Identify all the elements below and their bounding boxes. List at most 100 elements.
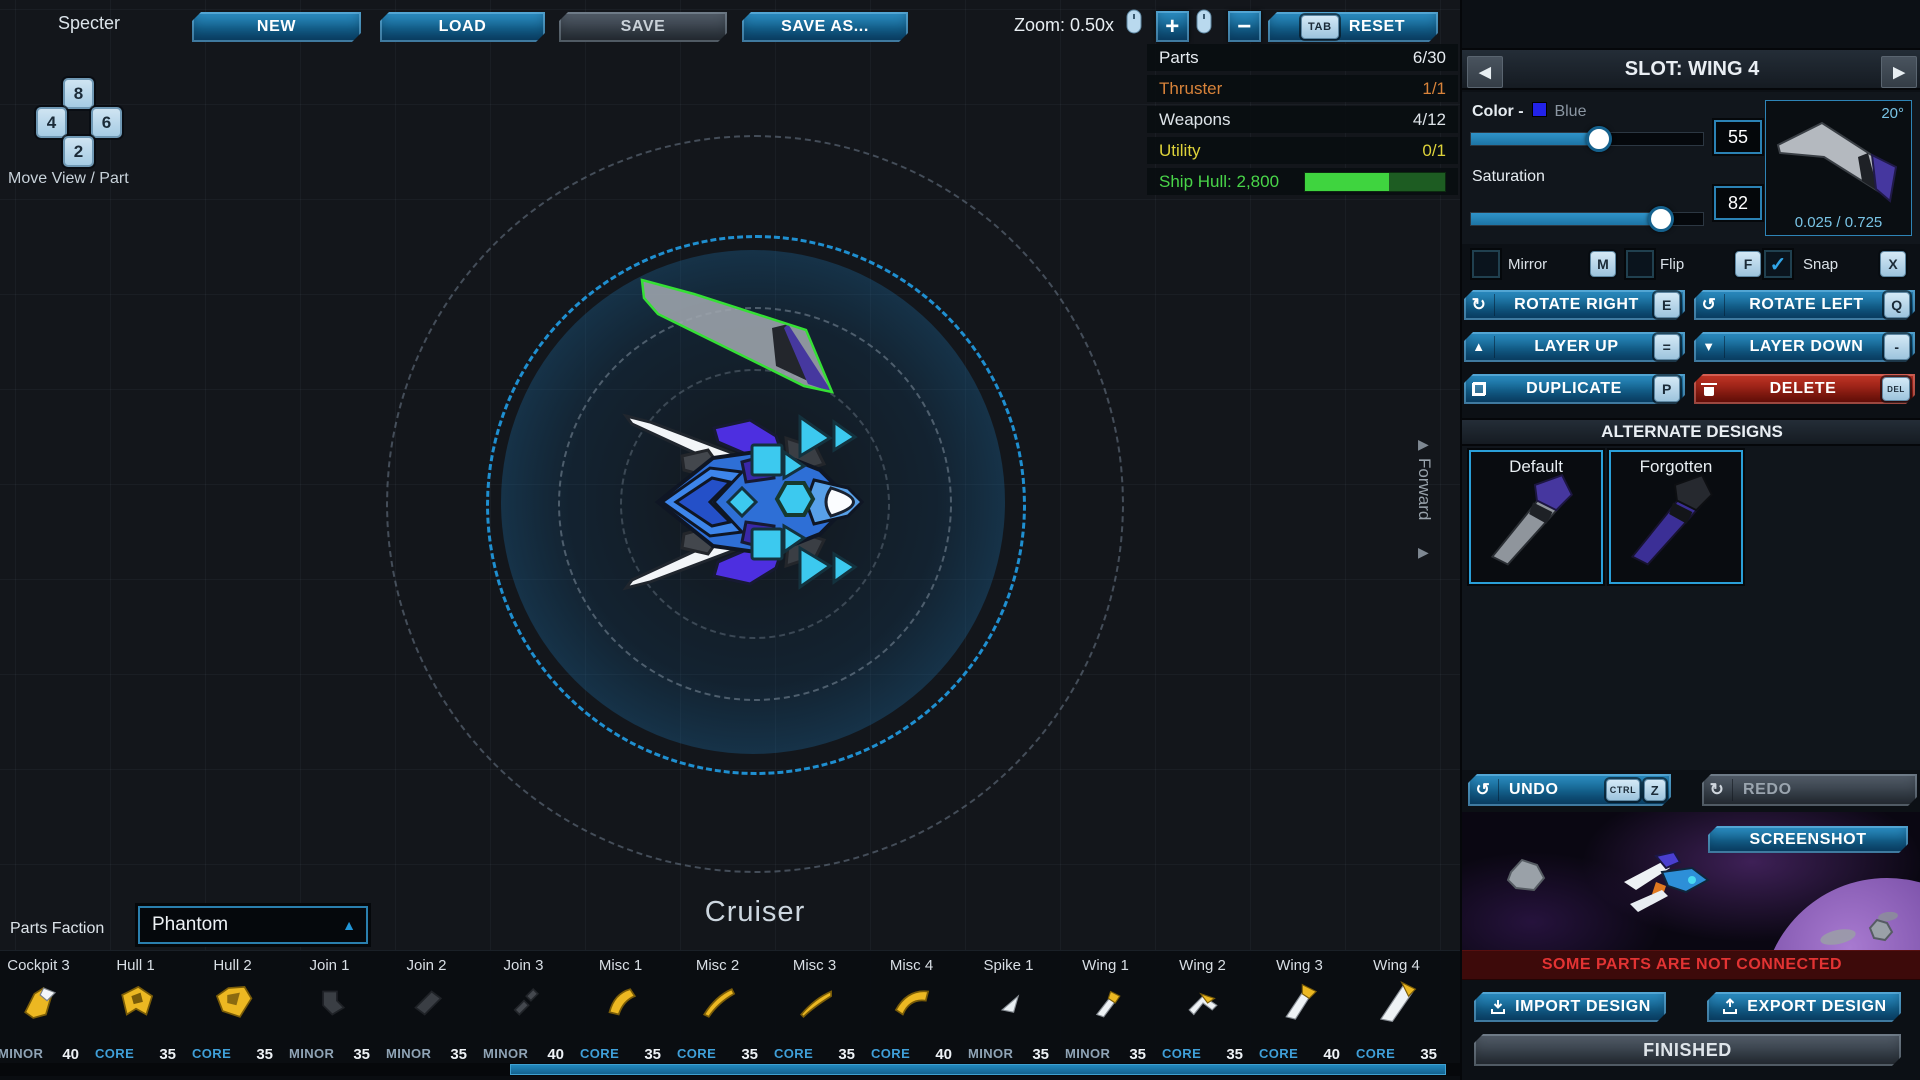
saturation-label: Saturation [1472, 168, 1545, 186]
color-value-box[interactable]: 55 [1714, 120, 1762, 154]
saturation-value-box[interactable]: 82 [1714, 186, 1762, 220]
layer-down-key-icon: - [1884, 334, 1910, 360]
load-button[interactable]: LOAD [380, 12, 545, 42]
part-item[interactable]: Misc 2 CORE 35 [669, 957, 766, 1067]
design-name: Default [1471, 457, 1601, 477]
undo-button[interactable]: ↺UNDO CTRL Z [1468, 774, 1671, 806]
rotate-right-button[interactable]: ↻ROTATE RIGHTE [1464, 290, 1685, 320]
part-currency-type: MINOR [968, 1046, 1013, 1063]
ship-snapshot-pane: SCREENSHOT [1462, 812, 1920, 950]
snap-label: Snap [1803, 256, 1838, 273]
slot-title: SLOT: WING 4 [1625, 58, 1759, 81]
part-icon [986, 980, 1032, 1026]
part-name: Hull 2 [184, 957, 281, 974]
previous-slot-button[interactable]: ◀ [1467, 56, 1503, 88]
zoom-out-button[interactable]: − [1228, 11, 1261, 42]
snap-key-icon: X [1880, 251, 1906, 277]
mirror-checkbox[interactable] [1472, 250, 1500, 278]
hull-bar-fill [1305, 173, 1389, 191]
part-item[interactable]: Hull 2 CORE 35 [184, 957, 281, 1067]
forward-arrow-bottom-icon: ▶ [1418, 544, 1429, 561]
stat-value: 4/12 [1413, 110, 1446, 130]
part-price: 40 [1323, 1046, 1340, 1063]
part-offset: 0.025 / 0.725 [1766, 214, 1911, 231]
export-design-button[interactable]: EXPORT DESIGN [1707, 992, 1901, 1022]
part-price: 35 [1129, 1046, 1146, 1063]
layer-down-button[interactable]: ▼LAYER DOWN- [1694, 332, 1915, 362]
part-item[interactable]: Join 2 MINOR 35 [378, 957, 475, 1067]
stat-label: Parts [1159, 48, 1199, 68]
move-down-key: 2 [63, 136, 94, 167]
part-item[interactable]: Wing 3 CORE 40 [1251, 957, 1348, 1067]
delete-button[interactable]: DELETEDEL [1694, 374, 1915, 404]
parts-scrollbar-thumb[interactable] [510, 1064, 1446, 1075]
parts-scrollbar-track[interactable] [0, 1063, 1460, 1076]
ship-preview[interactable] [618, 412, 878, 592]
flip-checkbox[interactable] [1626, 250, 1654, 278]
rotate-left-key-icon: Q [1884, 292, 1910, 318]
saturation-slider[interactable] [1470, 212, 1704, 226]
rotate-left-button[interactable]: ↺ROTATE LEFTQ [1694, 290, 1915, 320]
part-price: 35 [838, 1046, 855, 1063]
part-item[interactable]: Misc 1 CORE 35 [572, 957, 669, 1067]
part-icon [1180, 980, 1226, 1026]
stat-value: 6/30 [1413, 48, 1446, 68]
slot-header: ◀ SLOT: WING 4 ▶ [1462, 48, 1920, 90]
screenshot-button[interactable]: SCREENSHOT [1708, 826, 1908, 853]
part-item[interactable]: Wing 1 MINOR 35 [1057, 957, 1154, 1067]
color-swatch [1532, 102, 1547, 117]
import-design-button[interactable]: IMPORT DESIGN [1474, 992, 1666, 1022]
snapshot-ship [1622, 850, 1732, 930]
part-item[interactable]: Hull 1 CORE 35 [87, 957, 184, 1067]
part-currency-type: CORE [1356, 1046, 1395, 1063]
part-currency-type: CORE [192, 1046, 231, 1063]
save-as-button[interactable]: SAVE AS... [742, 12, 908, 42]
new-button[interactable]: NEW [192, 12, 361, 42]
triangle-down-icon: ▼ [1694, 336, 1725, 358]
part-item[interactable]: Wing 2 CORE 35 [1154, 957, 1251, 1067]
part-icon [501, 980, 547, 1026]
part-icon [307, 980, 353, 1026]
color-slider[interactable] [1470, 132, 1704, 146]
part-name: Wing 3 [1251, 957, 1348, 974]
reset-view-button[interactable]: TAB RESET [1268, 12, 1438, 42]
snap-checkbox[interactable] [1764, 250, 1792, 278]
part-item[interactable]: Join 1 MINOR 35 [281, 957, 378, 1067]
design-thumbnail-default[interactable]: Default [1469, 450, 1603, 584]
part-item[interactable]: Wing 4 CORE 35 [1348, 957, 1445, 1067]
part-price: 35 [353, 1046, 370, 1063]
next-slot-button[interactable]: ▶ [1881, 56, 1917, 88]
finished-button[interactable]: FINISHED [1474, 1034, 1901, 1066]
part-item[interactable]: Cockpit 3 MINOR 40 [0, 957, 87, 1067]
design-name: Forgotten [1611, 457, 1741, 477]
part-item[interactable]: Join 3 MINOR 40 [475, 957, 572, 1067]
mouse-wheel-icon [1126, 9, 1142, 34]
part-price: 35 [1420, 1046, 1437, 1063]
duplicate-button[interactable]: DUPLICATEP [1464, 374, 1685, 404]
part-price: 35 [256, 1046, 273, 1063]
asteroid [1504, 856, 1548, 894]
color-name: Blue [1554, 103, 1586, 120]
parts-faction-dropdown[interactable]: Phantom ▲ [138, 906, 368, 944]
zoom-in-button[interactable]: + [1156, 11, 1189, 42]
design-thumbnail-forgotten[interactable]: Forgotten [1609, 450, 1743, 584]
flip-key-icon: F [1735, 251, 1761, 277]
color-slider-handle[interactable] [1586, 126, 1612, 152]
save-button[interactable]: SAVE [559, 12, 727, 42]
part-item[interactable]: Misc 4 CORE 40 [863, 957, 960, 1067]
part-item[interactable]: Misc 3 CORE 35 [766, 957, 863, 1067]
layer-up-button[interactable]: ▲LAYER UP= [1464, 332, 1685, 362]
saturation-slider-handle[interactable] [1648, 206, 1674, 232]
tab-key-icon: TAB [1301, 15, 1339, 39]
part-icon [113, 980, 159, 1026]
part-name: Misc 4 [863, 957, 960, 974]
rotate-clockwise-icon: ↻ [1464, 294, 1495, 316]
redo-button[interactable]: ↻REDO [1702, 774, 1917, 806]
chevron-right-icon: ▶ [1893, 63, 1905, 81]
part-price: 35 [1032, 1046, 1049, 1063]
part-icon [598, 980, 644, 1026]
selected-part-wing4[interactable] [636, 272, 836, 397]
ship-name: Specter [58, 13, 120, 34]
part-item[interactable]: Spike 1 MINOR 35 [960, 957, 1057, 1067]
hull-stat-row: Ship Hull: 2,800 [1147, 168, 1458, 195]
